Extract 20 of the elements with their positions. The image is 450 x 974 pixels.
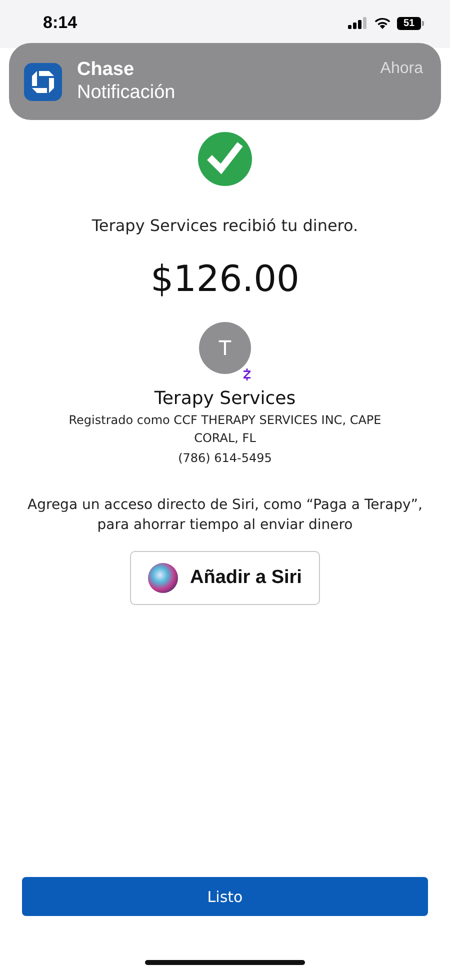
signal-icon [348, 17, 368, 29]
status-time: 8:14 [43, 13, 78, 33]
avatar: T [199, 322, 251, 374]
add-to-siri-button[interactable]: Añadir a Siri [130, 551, 320, 605]
notification-message: Notificación [77, 82, 176, 104]
phone-number: (786) 614-5495 [177, 450, 273, 467]
registered-name: Registrado como CCF THERAPY SERVICES INC, CAPE CORAL, FL [68, 412, 382, 447]
amount: $126.00 [150, 259, 300, 300]
notification-app-name: Chase [77, 59, 136, 81]
notification-time: Ahora [380, 60, 423, 78]
recipient-name: Terapy Services [154, 388, 296, 409]
siri-icon [148, 563, 178, 593]
siri-shortcut-text: Agrega un acceso directo de Siri, como “Paga a Terapy”, para ahorrar tiempo al enviar dinero [26, 496, 424, 535]
battery-icon: 51 [397, 16, 424, 30]
app-logo-icon [24, 62, 62, 100]
confirmation-message: Terapy Services recibió tu dinero. [92, 216, 358, 235]
notification-banner[interactable]: Chase Notificación Ahora [9, 43, 441, 120]
check-icon [198, 132, 252, 186]
wifi-icon [374, 17, 391, 29]
done-button[interactable]: Listo [22, 877, 428, 916]
